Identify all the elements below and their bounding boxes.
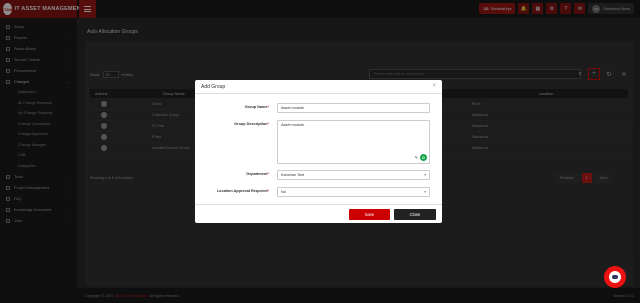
- chevron-down-icon: ▾: [424, 190, 426, 194]
- chevron-down-icon: ▾: [424, 173, 426, 177]
- dialog-title: Add Group: [201, 83, 226, 90]
- add-group-dialog: Add Group × Group Name* Asset module Gro…: [195, 80, 442, 223]
- dialog-header: Add Group ×: [195, 80, 442, 94]
- group-name-field[interactable]: Asset module: [277, 103, 430, 113]
- department-label: Department*: [246, 172, 269, 176]
- group-name-label: Group Name*: [244, 105, 269, 109]
- close-button[interactable]: Close: [394, 209, 436, 220]
- pen-icon[interactable]: ✎: [415, 155, 418, 160]
- location-approval-select[interactable]: No ▾: [277, 187, 430, 197]
- textarea-tools: ✎ G: [415, 154, 427, 161]
- dialog-footer: Save Close: [195, 204, 442, 223]
- grammar-check-icon[interactable]: G: [420, 154, 427, 161]
- department-select[interactable]: Kanchan Test ▾: [277, 170, 430, 180]
- group-description-field[interactable]: Asset module ✎ G: [277, 120, 430, 164]
- save-button[interactable]: Save: [349, 209, 390, 220]
- assistant-bot-icon[interactable]: [604, 266, 626, 288]
- group-description-label: Group Description*: [234, 122, 269, 126]
- location-approval-label: Location Approval Required*: [216, 189, 269, 193]
- close-icon[interactable]: ×: [432, 83, 436, 89]
